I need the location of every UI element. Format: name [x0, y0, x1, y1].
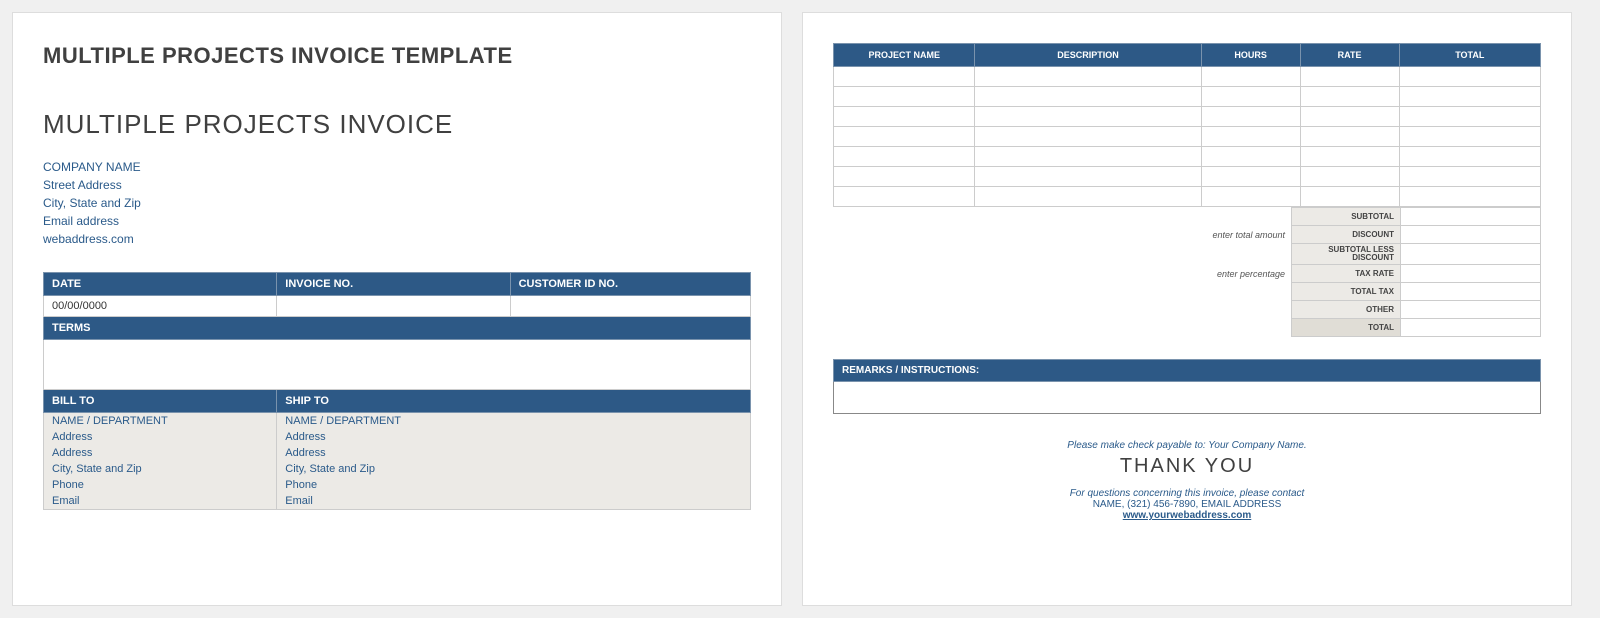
terms-header: TERMS: [44, 317, 751, 340]
invoice-page-2: PROJECT NAME DESCRIPTION HOURS RATE TOTA…: [802, 12, 1572, 606]
shipto-addr2[interactable]: Address: [277, 445, 751, 461]
footer-questions: For questions concerning this invoice, p…: [833, 488, 1541, 499]
total-value[interactable]: [1401, 319, 1541, 337]
billto-email[interactable]: Email: [44, 493, 277, 510]
invoice-page-1: MULTIPLE PROJECTS INVOICE TEMPLATE MULTI…: [12, 12, 782, 606]
billto-phone[interactable]: Phone: [44, 477, 277, 493]
company-citystatezip: City, State and Zip: [43, 194, 751, 212]
company-web: webaddress.com: [43, 230, 751, 248]
shipto-csz[interactable]: City, State and Zip: [277, 461, 751, 477]
subtotal-less-label: SUBTOTAL LESS DISCOUNT: [1291, 244, 1401, 265]
subtotal-label: SUBTOTAL: [1291, 207, 1401, 226]
table-row[interactable]: [834, 87, 1541, 107]
customer-id-value[interactable]: [510, 296, 750, 317]
company-street: Street Address: [43, 176, 751, 194]
summary-note-empty: [1131, 244, 1291, 265]
table-row[interactable]: [834, 167, 1541, 187]
discount-label: DISCOUNT: [1291, 226, 1401, 244]
shipto-phone[interactable]: Phone: [277, 477, 751, 493]
footer-contact: NAME, (321) 456-7890, EMAIL ADDRESS: [833, 499, 1541, 510]
projects-table: PROJECT NAME DESCRIPTION HOURS RATE TOTA…: [833, 43, 1541, 207]
shipto-addr1[interactable]: Address: [277, 429, 751, 445]
other-value[interactable]: [1401, 301, 1541, 319]
remarks-body[interactable]: [833, 382, 1541, 414]
invoice-footer: Please make check payable to: Your Compa…: [833, 440, 1541, 521]
shipto-header: SHIP TO: [277, 390, 751, 413]
tax-rate-value[interactable]: [1401, 265, 1541, 283]
billto-addr1[interactable]: Address: [44, 429, 277, 445]
invoice-title: MULTIPLE PROJECTS INVOICE: [43, 109, 751, 140]
note-percentage: enter percentage: [1131, 265, 1291, 283]
col-rate: RATE: [1300, 44, 1399, 67]
table-row[interactable]: [834, 67, 1541, 87]
summary-note-empty: [1131, 319, 1291, 337]
table-row[interactable]: [834, 107, 1541, 127]
invoice-no-value[interactable]: [277, 296, 510, 317]
summary-note-empty: [1131, 207, 1291, 226]
subtotal-less-value[interactable]: [1401, 244, 1541, 265]
total-tax-value[interactable]: [1401, 283, 1541, 301]
billto-name[interactable]: NAME / DEPARTMENT: [44, 413, 277, 430]
summary-note-empty: [1131, 283, 1291, 301]
shipto-email[interactable]: Email: [277, 493, 751, 510]
shipto-name[interactable]: NAME / DEPARTMENT: [277, 413, 751, 430]
date-header: DATE: [44, 273, 277, 296]
table-row[interactable]: [834, 187, 1541, 207]
billto-header: BILL TO: [44, 390, 277, 413]
subtotal-value[interactable]: [1401, 207, 1541, 226]
footer-thankyou: THANK YOU: [833, 455, 1541, 478]
col-description: DESCRIPTION: [975, 44, 1201, 67]
billto-addr2[interactable]: Address: [44, 445, 277, 461]
invoice-no-header: INVOICE NO.: [277, 273, 510, 296]
remarks-header: REMARKS / INSTRUCTIONS:: [833, 359, 1541, 382]
invoice-meta-table: DATE INVOICE NO. CUSTOMER ID NO. 00/00/0…: [43, 272, 751, 510]
tax-rate-label: TAX RATE: [1291, 265, 1401, 283]
other-label: OTHER: [1291, 301, 1401, 319]
col-total: TOTAL: [1399, 44, 1540, 67]
col-project-name: PROJECT NAME: [834, 44, 975, 67]
summary-block: SUBTOTAL enter total amount DISCOUNT SUB…: [833, 207, 1541, 337]
template-title: MULTIPLE PROJECTS INVOICE TEMPLATE: [43, 43, 751, 69]
note-amount: enter total amount: [1131, 226, 1291, 244]
customer-id-header: CUSTOMER ID NO.: [510, 273, 750, 296]
discount-value[interactable]: [1401, 226, 1541, 244]
summary-note-empty: [1131, 301, 1291, 319]
table-row[interactable]: [834, 147, 1541, 167]
billto-csz[interactable]: City, State and Zip: [44, 461, 277, 477]
table-row[interactable]: [834, 127, 1541, 147]
total-label: TOTAL: [1291, 319, 1401, 337]
col-hours: HOURS: [1201, 44, 1300, 67]
company-name: COMPANY NAME: [43, 158, 751, 176]
company-info: COMPANY NAME Street Address City, State …: [43, 158, 751, 248]
footer-payable: Please make check payable to: Your Compa…: [833, 440, 1541, 451]
total-tax-label: TOTAL TAX: [1291, 283, 1401, 301]
terms-body[interactable]: [44, 340, 751, 390]
date-value[interactable]: 00/00/0000: [44, 296, 277, 317]
company-email: Email address: [43, 212, 751, 230]
footer-web: www.yourwebaddress.com: [833, 510, 1541, 521]
